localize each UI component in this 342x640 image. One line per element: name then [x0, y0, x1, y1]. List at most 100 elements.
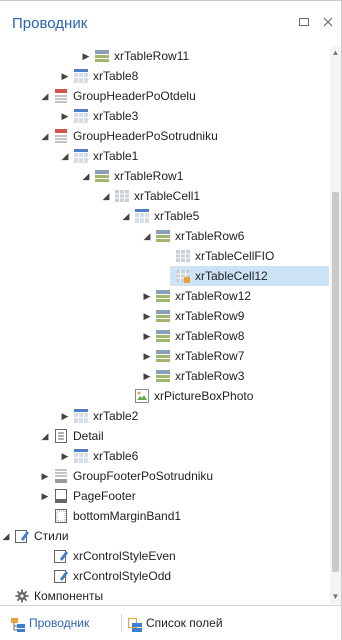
tree-node-bottommarginband1[interactable]: bottomMarginBand1	[0, 506, 329, 526]
panel-window-buttons	[297, 16, 335, 30]
tree-node-label: xrControlStyleOdd	[73, 569, 172, 583]
vertical-scrollbar[interactable]: ▲ ▼	[330, 46, 341, 604]
expand-right-icon[interactable]: ▶	[81, 46, 91, 66]
expand-down-icon[interactable]: ◢	[40, 86, 50, 106]
tree-node-groupfooterposotrudniku[interactable]: ▶ GroupFooterPoSotrudniku	[0, 466, 329, 486]
group-header-icon	[54, 129, 68, 143]
scroll-up-icon[interactable]: ▲	[330, 46, 341, 60]
tree-node-components[interactable]: Компоненты	[0, 586, 329, 604]
table-row-icon	[156, 309, 170, 323]
expand-down-icon[interactable]: ◢	[60, 146, 70, 166]
tree-node-label: bottomMarginBand1	[73, 509, 182, 523]
tree-node-label: PageFooter	[73, 489, 136, 503]
tree-node-label: xrPictureBoxPhoto	[154, 389, 254, 403]
tree-node-xrtablecell1[interactable]: ◢ xrTableCell1	[0, 186, 329, 206]
tree-node-pagefooter[interactable]: ▶ PageFooter	[0, 486, 329, 506]
tree-node-groupheaderpootdelu[interactable]: ◢ GroupHeaderPoOtdelu	[0, 86, 329, 106]
tree-node-label: xrTableRow6	[175, 229, 245, 243]
group-header-icon	[54, 89, 68, 103]
tree-node-label: xrTableRow11	[114, 49, 190, 63]
tree-node-xrtable3[interactable]: ▶ xrTable3	[0, 106, 329, 126]
expand-right-icon[interactable]: ▶	[60, 446, 70, 466]
tab-separator	[121, 614, 122, 632]
expand-down-icon[interactable]: ◢	[40, 126, 50, 146]
expand-down-icon[interactable]: ◢	[81, 166, 91, 186]
tab-field-list[interactable]: Список полей	[128, 611, 238, 635]
expand-right-icon[interactable]: ▶	[142, 286, 152, 306]
expand-down-icon[interactable]: ◢	[101, 186, 111, 206]
tree-node-xrtable5[interactable]: ◢ xrTable5	[0, 206, 329, 226]
tree-node-xrtablecell12[interactable]: xrTableCell12	[170, 266, 329, 286]
tree-node-styles[interactable]: ◢ Стили	[0, 526, 329, 546]
tree-node-label: xrTableRow8	[175, 329, 245, 343]
scrollbar-thumb[interactable]	[332, 192, 339, 572]
tree-node-xrtablecellfio[interactable]: xrTableCellFIO	[0, 246, 329, 266]
expand-right-icon[interactable]: ▶	[60, 106, 70, 126]
tree-node-xrtablerow6[interactable]: ◢ xrTableRow6	[0, 226, 329, 246]
margin-band-icon	[54, 509, 68, 523]
tree-node-xrtablerow12[interactable]: ▶ xrTableRow12	[0, 286, 329, 306]
tree-node-xrcontrolstyleodd[interactable]: xrControlStyleOdd	[0, 566, 329, 586]
table-cell-icon	[115, 189, 129, 203]
tree-node-xrtablerow11[interactable]: ▶ xrTableRow11	[0, 46, 329, 66]
tree-node-xrtablerow8[interactable]: ▶ xrTableRow8	[0, 326, 329, 346]
expand-right-icon[interactable]: ▶	[142, 306, 152, 326]
expand-right-icon[interactable]: ▶	[142, 326, 152, 346]
tree-node-label: xrTableRow3	[175, 369, 245, 383]
tree-node-xrtablerow3[interactable]: ▶ xrTableRow3	[0, 366, 329, 386]
expand-right-icon[interactable]: ▶	[142, 366, 152, 386]
tree-node-label: xrTable8	[93, 69, 139, 83]
tree-node-label: xrControlStyleEven	[73, 549, 176, 563]
expand-right-icon[interactable]: ▶	[40, 486, 50, 506]
tree-node-groupheaderposotrudniku[interactable]: ◢ GroupHeaderPoSotrudniku	[0, 126, 329, 146]
table-icon	[74, 109, 88, 123]
tree-node-label: xrTableCellFIO	[195, 249, 275, 263]
table-icon	[74, 449, 88, 463]
expand-right-icon[interactable]: ▶	[60, 406, 70, 426]
tree-node-detail[interactable]: ◢ Detail	[0, 426, 329, 446]
expand-right-icon[interactable]: ▶	[60, 66, 70, 86]
maximize-icon[interactable]	[297, 16, 311, 30]
tree-node-xrtable1[interactable]: ◢ xrTable1	[0, 146, 329, 166]
table-row-icon	[95, 49, 109, 63]
tree-node-xrtable8[interactable]: ▶ xrTable8	[0, 66, 329, 86]
field-list-icon	[128, 616, 142, 632]
expand-down-icon[interactable]: ◢	[40, 426, 50, 446]
tree-node-xrpictureboxphoto[interactable]: xrPictureBoxPhoto	[0, 386, 329, 406]
tree-node-xrtablerow1[interactable]: ◢ xrTableRow1	[0, 166, 329, 186]
tree-node-xrtable6[interactable]: ▶ xrTable6	[0, 446, 329, 466]
group-footer-icon	[54, 469, 68, 483]
tree-node-xrtablerow9[interactable]: ▶ xrTableRow9	[0, 306, 329, 326]
table-cell-icon	[176, 249, 190, 263]
scroll-down-icon[interactable]: ▼	[330, 590, 341, 604]
tree-node-label: xrTable6	[93, 449, 139, 463]
expand-down-icon[interactable]: ◢	[1, 526, 11, 546]
close-icon[interactable]	[321, 16, 335, 30]
tree-node-xrcontrolstyleeven[interactable]: xrControlStyleEven	[0, 546, 329, 566]
page-footer-icon	[54, 489, 68, 503]
expand-down-icon[interactable]: ◢	[121, 206, 131, 226]
table-icon	[74, 69, 88, 83]
picture-box-icon	[135, 389, 149, 403]
table-icon	[74, 149, 88, 163]
tree-node-label: GroupHeaderPoOtdelu	[73, 89, 196, 103]
tree-node-label: xrTableCell12	[195, 269, 268, 283]
tree-node-label: xrTableCell1	[134, 189, 201, 203]
tree-node-label: xrTableRow1	[114, 169, 184, 183]
tree-node-label: xrTable2	[93, 409, 139, 423]
expand-right-icon[interactable]: ▶	[40, 466, 50, 486]
bottom-tab-bar: Проводник Список полей	[0, 605, 341, 640]
tree-node-xrtablerow7[interactable]: ▶ xrTableRow7	[0, 346, 329, 366]
tree-node-label: xrTableRow12	[175, 289, 252, 303]
explorer-tree-icon	[11, 616, 25, 632]
tree-node-label: xrTableRow9	[175, 309, 245, 323]
panel-title: Проводник	[12, 15, 88, 32]
expand-down-icon[interactable]: ◢	[142, 226, 152, 246]
table-row-icon	[156, 229, 170, 243]
expand-right-icon[interactable]: ▶	[142, 346, 152, 366]
tab-label: Проводник	[29, 616, 90, 630]
tab-explorer[interactable]: Проводник	[11, 611, 111, 635]
tree-node-label: GroupFooterPoSotrudniku	[73, 469, 214, 483]
tree-node-xrtable2[interactable]: ▶ xrTable2	[0, 406, 329, 426]
table-row-icon	[95, 169, 109, 183]
